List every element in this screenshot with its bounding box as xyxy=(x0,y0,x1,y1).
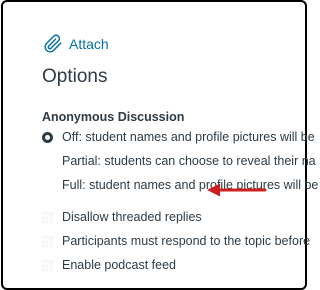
must-respond-label: Participants must respond to the topic b… xyxy=(62,234,311,248)
podcast-feed-label: Enable podcast feed xyxy=(62,258,176,272)
attach-link[interactable]: Attach xyxy=(42,32,109,56)
podcast-feed-option[interactable]: Enable podcast feed xyxy=(42,257,176,273)
attach-label: Attach xyxy=(69,36,109,52)
options-heading: Options xyxy=(42,66,108,87)
anonymous-option-full[interactable]: Full: student names and profile pictures… xyxy=(42,177,318,193)
anonymous-option-off-label: Off: student names and profile pictures … xyxy=(62,130,315,144)
radio-button[interactable] xyxy=(42,155,53,167)
anonymous-option-partial[interactable]: Partial: students can choose to reveal t… xyxy=(42,153,316,169)
podcast-feed-checkbox[interactable] xyxy=(42,259,53,271)
radio-button[interactable] xyxy=(42,179,53,191)
disallow-threaded-replies-option[interactable]: Disallow threaded replies xyxy=(42,209,202,225)
disallow-threaded-replies-checkbox[interactable] xyxy=(42,211,53,223)
anonymous-discussion-heading: Anonymous Discussion xyxy=(42,110,185,124)
left-arrow-icon xyxy=(207,183,267,197)
must-respond-checkbox[interactable] xyxy=(42,235,53,247)
anonymous-option-off[interactable]: Off: student names and profile pictures … xyxy=(42,129,315,145)
anonymous-option-full-label: Full: student names and profile pictures… xyxy=(62,178,319,192)
radio-button-selected[interactable] xyxy=(42,131,53,143)
must-respond-option[interactable]: Participants must respond to the topic b… xyxy=(42,233,310,249)
paperclip-icon xyxy=(42,33,64,55)
anonymous-option-partial-label: Partial: students can choose to reveal t… xyxy=(62,154,316,168)
disallow-threaded-replies-label: Disallow threaded replies xyxy=(62,210,202,224)
